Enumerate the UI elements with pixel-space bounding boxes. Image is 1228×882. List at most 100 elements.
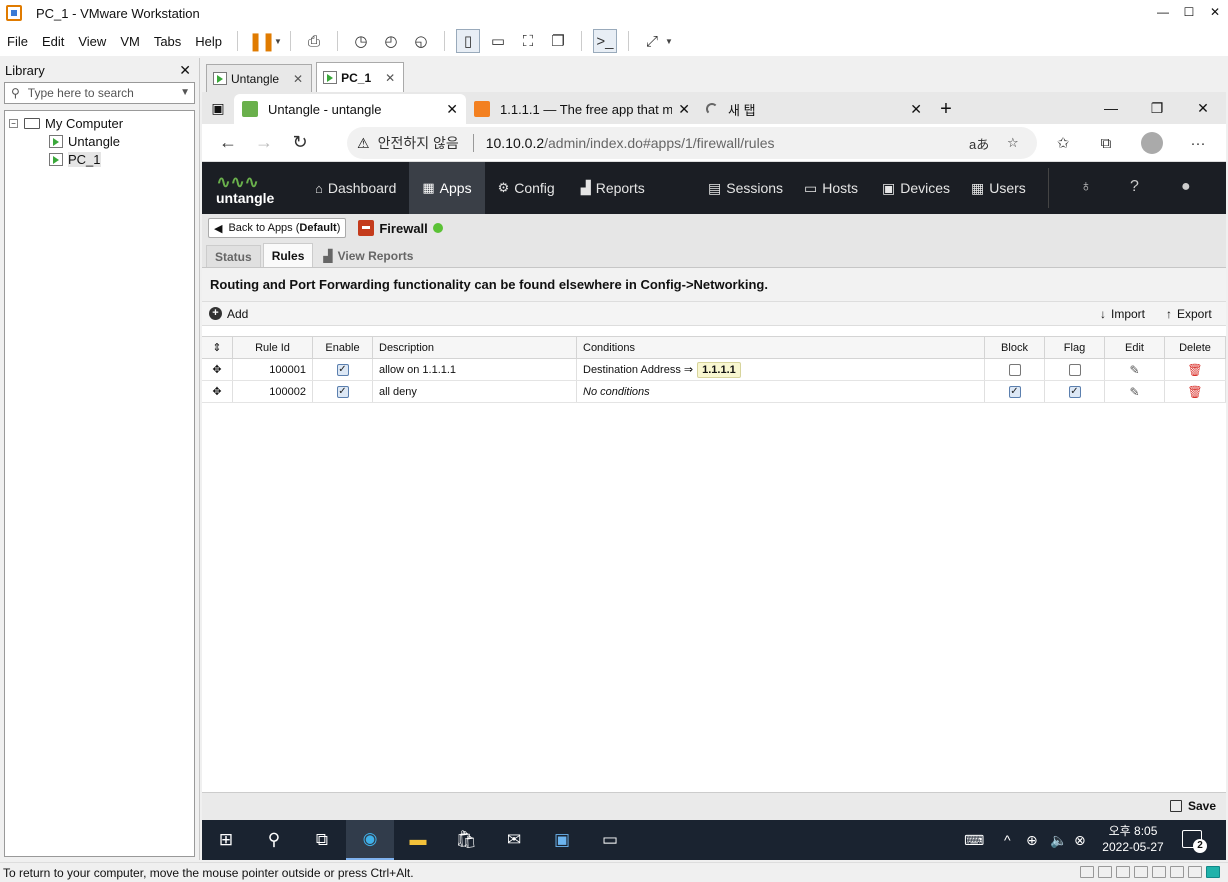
usb-icon[interactable] (1188, 866, 1202, 878)
maximize-icon[interactable]: ☐ (1176, 0, 1202, 24)
message-icon[interactable] (1206, 866, 1220, 878)
more-options-icon[interactable]: ··· (1182, 127, 1214, 159)
nav-devices[interactable]: ▣ Devices (882, 162, 950, 214)
close-icon[interactable]: ✕ (1202, 0, 1228, 24)
collapse-icon[interactable]: − (9, 118, 18, 128)
enable-checkbox[interactable]: ✓ (336, 385, 349, 398)
nav-users[interactable]: ▦ Users (971, 162, 1026, 214)
col-enable[interactable]: Enable (313, 337, 373, 358)
pencil-icon[interactable]: ✎ (1129, 385, 1139, 399)
cd-drive-icon[interactable] (1098, 866, 1112, 878)
new-tab-icon[interactable]: + (930, 94, 962, 124)
chevron-down-icon[interactable]: ▼ (274, 37, 282, 46)
revert-snapshot-icon[interactable]: ◴ (379, 29, 403, 53)
favorites-icon[interactable]: ✩ (1047, 127, 1079, 159)
forward-arrow-icon[interactable]: → (246, 127, 282, 159)
untangle-logo[interactable]: ∿∿∿ untangle (212, 162, 302, 214)
sound-card-icon[interactable] (1170, 866, 1184, 878)
guest-screen[interactable]: ▣ Untangle - untangle ✕ 1.1.1.1 — The fr… (202, 92, 1226, 860)
vm-tab-pc1[interactable]: PC_1 ✕ (316, 62, 405, 92)
col-conditions[interactable]: Conditions (577, 337, 985, 358)
block-checkbox[interactable] (1008, 363, 1021, 376)
search-icon[interactable]: ⚲ (250, 820, 298, 860)
refresh-icon[interactable]: ↻ (282, 127, 318, 159)
close-icon[interactable]: ✕ (678, 101, 690, 118)
address-bar[interactable]: ⚠ 안전하지 않음 10.10.0.2 /admin/index.do#apps… (347, 127, 1037, 159)
chevron-up-icon[interactable]: ^ (1004, 820, 1011, 860)
block-checkbox[interactable]: ✓ (1008, 385, 1021, 398)
nav-reports[interactable]: ▟ Reports (568, 162, 658, 214)
close-icon[interactable]: ✕ (385, 71, 395, 85)
table-row[interactable]: ✥ 100002 ✓ all deny No conditions ✓ ✓ ✎ … (202, 381, 1226, 403)
nav-hosts[interactable]: ▭ Hosts (804, 162, 858, 214)
flag-checkbox[interactable] (1068, 363, 1081, 376)
edge-browser-icon[interactable]: ◉ (346, 820, 394, 860)
save-button[interactable]: Save (1169, 799, 1216, 813)
send-ctrl-alt-del-icon[interactable]: ⎙ (302, 29, 326, 53)
windows-start-icon[interactable]: ⊞ (202, 820, 250, 860)
volume-icon[interactable]: 🔈 (1050, 820, 1067, 860)
pencil-icon[interactable]: ✎ (1129, 363, 1139, 377)
mail-icon[interactable]: ✉ (490, 820, 538, 860)
keyboard-icon[interactable]: ⌨ (964, 820, 984, 860)
unity-icon[interactable]: ❐ (546, 29, 570, 53)
add-favorite-icon[interactable]: ☆ (1007, 135, 1019, 151)
col-description[interactable]: Description (373, 337, 577, 358)
back-arrow-icon[interactable]: ← (210, 127, 246, 159)
menu-view[interactable]: View (71, 34, 113, 49)
menu-edit[interactable]: Edit (35, 34, 71, 49)
stretch-guest-icon[interactable]: ⤢ (640, 29, 664, 53)
back-to-apps-button[interactable]: ◀ Back to Apps ( Default ) (208, 218, 347, 238)
tree-item-untangle[interactable]: Untangle (9, 132, 194, 150)
network-globe-icon[interactable]: ⊕ (1026, 820, 1038, 860)
flag-checkbox[interactable]: ✓ (1068, 385, 1081, 398)
library-search-input[interactable]: ⚲ Type here to search ▼ (4, 82, 195, 104)
tab-actions-icon[interactable]: ▣ (202, 92, 234, 124)
menu-tabs[interactable]: Tabs (147, 34, 188, 49)
notification-icon[interactable]: 2 (1182, 830, 1207, 853)
browser-tab-1111[interactable]: 1.1.1.1 — The free app that make ✕ (466, 94, 698, 124)
menu-vm[interactable]: VM (113, 34, 147, 49)
printer-icon[interactable] (1152, 866, 1166, 878)
account-icon[interactable]: ● (1181, 178, 1191, 196)
tab-rules[interactable]: Rules (262, 243, 314, 267)
table-row[interactable]: ✥ 100001 ✓ allow on 1.1.1.1 Destination … (202, 359, 1226, 381)
store-icon[interactable]: 🛍 (442, 820, 490, 860)
close-icon[interactable]: ✕ (910, 101, 922, 118)
drag-handle-icon[interactable]: ✥ (202, 381, 233, 402)
collections-icon[interactable]: ⧉ (1090, 127, 1122, 159)
tree-item-pc1[interactable]: PC_1 (9, 150, 194, 168)
close-icon[interactable]: ✕ (1180, 92, 1226, 124)
add-rule-button[interactable]: + Add (209, 307, 248, 321)
import-button[interactable]: ↓ Import (1100, 307, 1145, 321)
full-screen-icon[interactable]: ⛶ (516, 29, 540, 53)
hard-disk-icon[interactable] (1080, 866, 1094, 878)
col-flag[interactable]: Flag (1045, 337, 1105, 358)
restore-icon[interactable]: ❐ (1134, 92, 1180, 124)
close-icon[interactable]: ✕ (179, 62, 191, 79)
minimize-icon[interactable]: — (1150, 0, 1176, 24)
sort-icon[interactable]: ⇕ (202, 337, 233, 358)
browser-tab-new[interactable]: 새 탭 ✕ (698, 94, 930, 124)
col-rule-id[interactable]: Rule Id (233, 337, 313, 358)
export-button[interactable]: ↑ Export (1166, 307, 1212, 321)
security-status[interactable]: 안전하지 않음 (378, 133, 459, 153)
drag-handle-icon[interactable]: ✥ (202, 359, 233, 380)
vm-tab-untangle[interactable]: Untangle ✕ (206, 64, 313, 92)
menu-file[interactable]: File (0, 34, 35, 49)
close-icon[interactable]: ✕ (446, 101, 458, 118)
read-aloud-icon[interactable]: aあ (969, 134, 989, 153)
nav-dashboard[interactable]: ⌂ Dashboard (302, 162, 409, 214)
tree-item-my-computer[interactable]: − My Computer (9, 114, 194, 132)
command-prompt-icon[interactable]: ▭ (586, 820, 634, 860)
trash-icon[interactable]: 🗑 (1187, 363, 1202, 377)
network-adapter-icon[interactable] (1134, 866, 1148, 878)
thumbnail-bar-icon[interactable]: ▭ (486, 29, 510, 53)
show-library-icon[interactable]: ▯ (455, 29, 480, 53)
nav-sessions[interactable]: ▤ Sessions (708, 162, 783, 214)
floppy-icon[interactable] (1116, 866, 1130, 878)
menu-help[interactable]: Help (188, 34, 229, 49)
pause-icon[interactable]: ❚❚ (248, 29, 276, 53)
trash-icon[interactable]: 🗑 (1187, 385, 1202, 399)
browser-tab-untangle[interactable]: Untangle - untangle ✕ (234, 94, 466, 124)
